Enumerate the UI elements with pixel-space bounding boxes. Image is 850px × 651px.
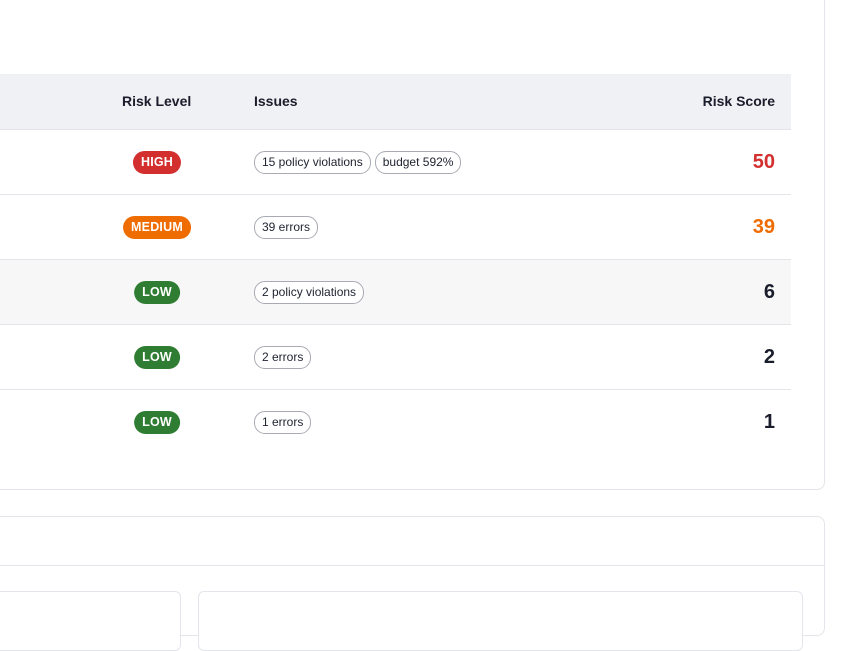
risk-score-value: 50	[752, 151, 775, 173]
issue-chip: 1 errors	[254, 411, 312, 434]
subpanel-left	[0, 591, 181, 651]
column-header-risk-level[interactable]: Risk Level	[122, 74, 191, 129]
table-row[interactable]: LOW 2 errors 2	[0, 325, 791, 390]
risk-level-badge: MEDIUM	[123, 216, 191, 239]
issues-list: 15 policy violations budget 592%	[254, 151, 462, 174]
issues-list: 1 errors	[254, 411, 312, 434]
issues-list: 2 policy violations	[254, 281, 365, 304]
risk-score-value: 6	[763, 281, 775, 303]
table-row[interactable]: LOW 1 errors 1	[0, 390, 791, 454]
table-row[interactable]: MEDIUM 39 errors 39	[0, 195, 791, 260]
column-header-issues[interactable]: Issues	[254, 74, 298, 129]
issues-list: 2 errors	[254, 346, 312, 369]
risk-score-value: 39	[752, 216, 775, 238]
risk-level-badge: LOW	[134, 411, 180, 434]
issue-chip: budget 592%	[374, 151, 462, 174]
issue-chip: 15 policy violations	[254, 151, 371, 174]
risk-table-card: Risk Level Issues Risk Score HIGH 15 poli…	[0, 0, 825, 490]
risk-level-badge: LOW	[134, 281, 180, 304]
risk-score-value: 1	[763, 411, 775, 433]
risk-score-value: 2	[763, 346, 775, 368]
column-header-risk-score[interactable]: Risk Score	[703, 74, 775, 129]
issues-list: 39 errors	[254, 216, 319, 239]
table-header: Risk Level Issues Risk Score	[0, 74, 791, 130]
table-row[interactable]: HIGH 15 policy violations budget 592% 50	[0, 130, 791, 195]
risk-level-badge: HIGH	[132, 151, 182, 174]
table-body: HIGH 15 policy violations budget 592% 50 MED…	[0, 130, 791, 454]
issue-chip: 39 errors	[254, 216, 319, 239]
card-divider	[0, 565, 824, 566]
table-row[interactable]: LOW 2 policy violations 6	[0, 260, 791, 325]
secondary-card	[0, 516, 825, 651]
subpanel-right	[198, 591, 803, 651]
risk-table: Risk Level Issues Risk Score HIGH 15 poli…	[0, 74, 791, 454]
issue-chip: 2 errors	[254, 346, 312, 369]
risk-level-badge: LOW	[134, 346, 180, 369]
issue-chip: 2 policy violations	[254, 281, 365, 304]
